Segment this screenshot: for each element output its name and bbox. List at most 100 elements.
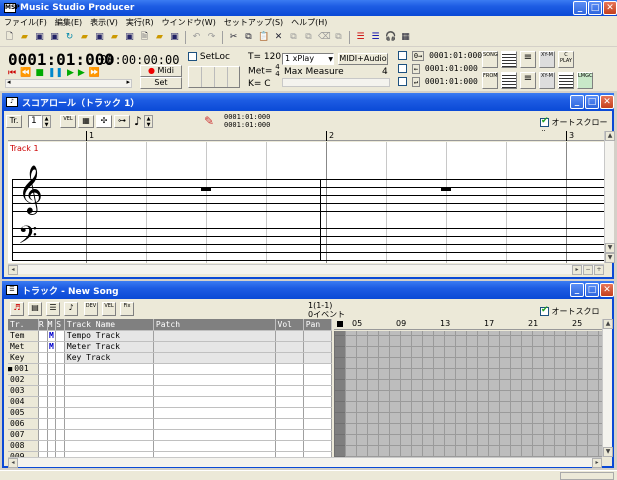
track-row-name[interactable]: Tempo Track <box>64 330 154 342</box>
scroll-down-end-icon[interactable]: ▼ <box>605 253 615 263</box>
track-row-pan[interactable] <box>303 363 332 375</box>
track-maximize-button[interactable]: □ <box>585 283 599 297</box>
note-icon[interactable]: ♪ <box>134 114 142 128</box>
list-red-icon[interactable]: ☰ <box>354 31 367 44</box>
track-scroll-left-icon[interactable]: ◂ <box>8 458 18 468</box>
track-row-solo[interactable] <box>55 396 65 408</box>
zoom-in-icon[interactable]: + <box>594 265 604 275</box>
track-horizontal-scrollbar[interactable]: ◂ ▸ <box>8 457 602 468</box>
track-row-vol[interactable] <box>275 440 304 452</box>
score-horizontal-scrollbar[interactable]: ◂ ▸ − + <box>8 264 604 275</box>
position-scrollbar[interactable]: ◂ ▸ <box>5 78 132 88</box>
scroll-left-icon[interactable]: ◂ <box>7 78 11 86</box>
track-row-rec[interactable] <box>38 330 48 342</box>
track-row-patch[interactable] <box>153 363 276 375</box>
track-row-name[interactable] <box>64 363 154 375</box>
save4-icon[interactable]: ▣ <box>168 31 181 44</box>
open-folder-icon[interactable]: ▰ <box>18 31 31 44</box>
track-row[interactable]: Met M Meter Track <box>8 341 332 353</box>
menu-run[interactable]: 実行(R) <box>122 17 158 28</box>
note-spinner[interactable]: ▲ ▼ <box>144 115 153 128</box>
track-fix-tool[interactable]: Fix <box>120 302 134 316</box>
pencil-icon[interactable]: ✎ <box>204 114 214 128</box>
track-row-rec[interactable] <box>38 352 48 364</box>
copy-icon[interactable]: ⧉ <box>242 31 255 44</box>
col-vol[interactable]: Vol <box>275 319 304 331</box>
grid-tool-icon[interactable]: ▦ <box>78 115 94 128</box>
track-row-solo[interactable] <box>55 418 65 430</box>
track-number-field[interactable]: 1 <box>28 115 42 128</box>
menu-help[interactable]: ヘルプ(H) <box>287 17 331 28</box>
song-tool[interactable]: SONG <box>482 51 498 68</box>
close-button[interactable]: ✕ <box>603 1 617 15</box>
track-row-rec[interactable] <box>38 418 48 430</box>
track-row-number[interactable]: Tem <box>8 330 39 342</box>
menu-edit[interactable]: 編集(E) <box>51 17 86 28</box>
track-row-vol[interactable] <box>275 374 304 386</box>
track-row[interactable]: 002 <box>8 374 332 386</box>
track-row[interactable]: Key Key Track <box>8 352 332 364</box>
midi-audio-button[interactable]: MIDI+Audio <box>338 53 388 65</box>
midi-button[interactable]: ● Midi <box>140 65 182 77</box>
menu-setup[interactable]: セットアップ(S) <box>220 17 287 28</box>
track-row-name[interactable]: Meter Track <box>64 341 154 353</box>
track-row-patch[interactable] <box>153 418 276 430</box>
scroll-left-arrow-icon[interactable]: ◂ <box>8 265 18 275</box>
track-row-vol[interactable] <box>275 396 304 408</box>
scroll-down-icon[interactable]: ▼ <box>605 243 615 253</box>
track-row-number[interactable]: 002 <box>8 374 39 386</box>
table2-tool-icon[interactable] <box>501 71 517 89</box>
xym-tool[interactable]: XY-M <box>539 51 555 68</box>
track-scroll-right-icon[interactable]: ▸ <box>592 458 602 468</box>
track-row-solo[interactable] <box>55 363 65 375</box>
scroll-right-icon[interactable]: ▸ <box>126 78 130 86</box>
track-row-number[interactable]: Key <box>8 352 39 364</box>
track-row-name[interactable] <box>64 418 154 430</box>
track-scroll-up-icon[interactable]: ▲ <box>603 319 613 329</box>
track-row-vol[interactable] <box>275 429 304 441</box>
save-icon[interactable]: ▣ <box>33 31 46 44</box>
track-row-number[interactable]: 004 <box>8 396 39 408</box>
track-row-solo[interactable] <box>55 341 65 353</box>
track-row-vol[interactable] <box>275 385 304 397</box>
cursor-tool-icon[interactable]: ✣ <box>96 115 112 128</box>
xym2-tool[interactable]: XY-M <box>539 71 555 89</box>
pause-icon[interactable]: ❚❚ <box>48 68 63 78</box>
track-row-pan[interactable] <box>303 385 332 397</box>
track-row-patch[interactable] <box>153 407 276 419</box>
track-row-rec[interactable] <box>38 440 48 452</box>
track-row[interactable]: 004 <box>8 396 332 408</box>
reload-icon[interactable]: ↻ <box>63 31 76 44</box>
insert-icon[interactable]: ⧉ <box>302 31 315 44</box>
col-patch[interactable]: Patch <box>153 319 276 331</box>
track-scroll-down-icon[interactable]: ▼ <box>603 447 613 457</box>
headphones-icon[interactable]: 🎧 <box>384 31 397 44</box>
track-row-mute[interactable] <box>47 352 57 364</box>
cplay-tool[interactable]: C PLAY <box>558 51 574 68</box>
track-row-patch[interactable] <box>153 374 276 386</box>
fast-forward-icon[interactable]: ⏩ <box>89 68 100 78</box>
track-row-mute[interactable] <box>47 396 57 408</box>
track-row-vol[interactable] <box>275 407 304 419</box>
track-row-rec[interactable] <box>38 363 48 375</box>
undo-icon[interactable]: ↶ <box>190 31 203 44</box>
track-row-mute[interactable] <box>47 385 57 397</box>
col-tr[interactable]: Tr. <box>8 319 39 331</box>
link-tool-icon[interactable]: ⊶ <box>114 115 130 128</box>
document-icon[interactable]: 🗎 <box>138 31 151 44</box>
track-row-number[interactable]: 008 <box>8 440 39 452</box>
track-row-patch[interactable] <box>153 396 276 408</box>
track-row-name[interactable] <box>64 396 154 408</box>
minimize-button[interactable]: _ <box>573 1 587 15</box>
menu-view[interactable]: 表示(V) <box>86 17 122 28</box>
score-close-button[interactable]: ✕ <box>600 95 614 109</box>
open-folder4-icon[interactable]: ▰ <box>153 31 166 44</box>
track-row-pan[interactable] <box>303 330 332 342</box>
col-pan[interactable]: Pan <box>303 319 332 331</box>
track-row-number[interactable]: 003 <box>8 385 39 397</box>
track-row-solo[interactable] <box>55 440 65 452</box>
track-row-rec[interactable] <box>38 385 48 397</box>
score-maximize-button[interactable]: □ <box>585 95 599 109</box>
grid-icon[interactable]: ▦ <box>399 31 412 44</box>
velkey-tool[interactable]: VEL <box>102 302 116 316</box>
